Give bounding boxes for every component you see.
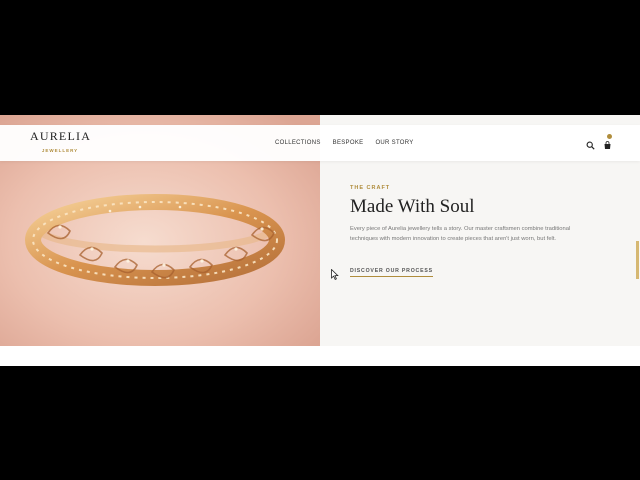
main-nav: COLLECTIONS BESPOKE OUR STORY [275, 139, 414, 147]
cart-icon[interactable] [603, 134, 612, 149]
search-icon[interactable] [586, 137, 595, 150]
cart-count-badge [607, 134, 612, 139]
nav-item-our-story[interactable]: OUR STORY [375, 139, 413, 147]
brand-name: AURELIA [30, 129, 92, 143]
nav-item-collections[interactable]: COLLECTIONS [275, 139, 321, 147]
header-icons [586, 134, 612, 150]
brand-tagline: JEWELLERY [41, 148, 79, 153]
page-bottom-strip [0, 346, 640, 366]
site-header: AURELIA JEWELLERY COLLECTIONS BESPOKE OU… [0, 125, 640, 161]
brand-logo[interactable]: AURELIA JEWELLERY [30, 129, 90, 154]
nav-item-bespoke[interactable]: BESPOKE [333, 139, 364, 147]
section-eyebrow: THE CRAFT [350, 185, 391, 191]
mouse-cursor-icon [331, 267, 339, 285]
website-page: THE CRAFT Made With Soul Every piece of … [0, 115, 640, 366]
hero-headline: Made With Soul [350, 196, 475, 217]
hero-description: Every piece of Aurelia jewellery tells a… [350, 226, 571, 242]
discover-process-link[interactable]: DISCOVER OUR PROCESS [350, 268, 433, 277]
side-accent-bar [636, 241, 639, 279]
